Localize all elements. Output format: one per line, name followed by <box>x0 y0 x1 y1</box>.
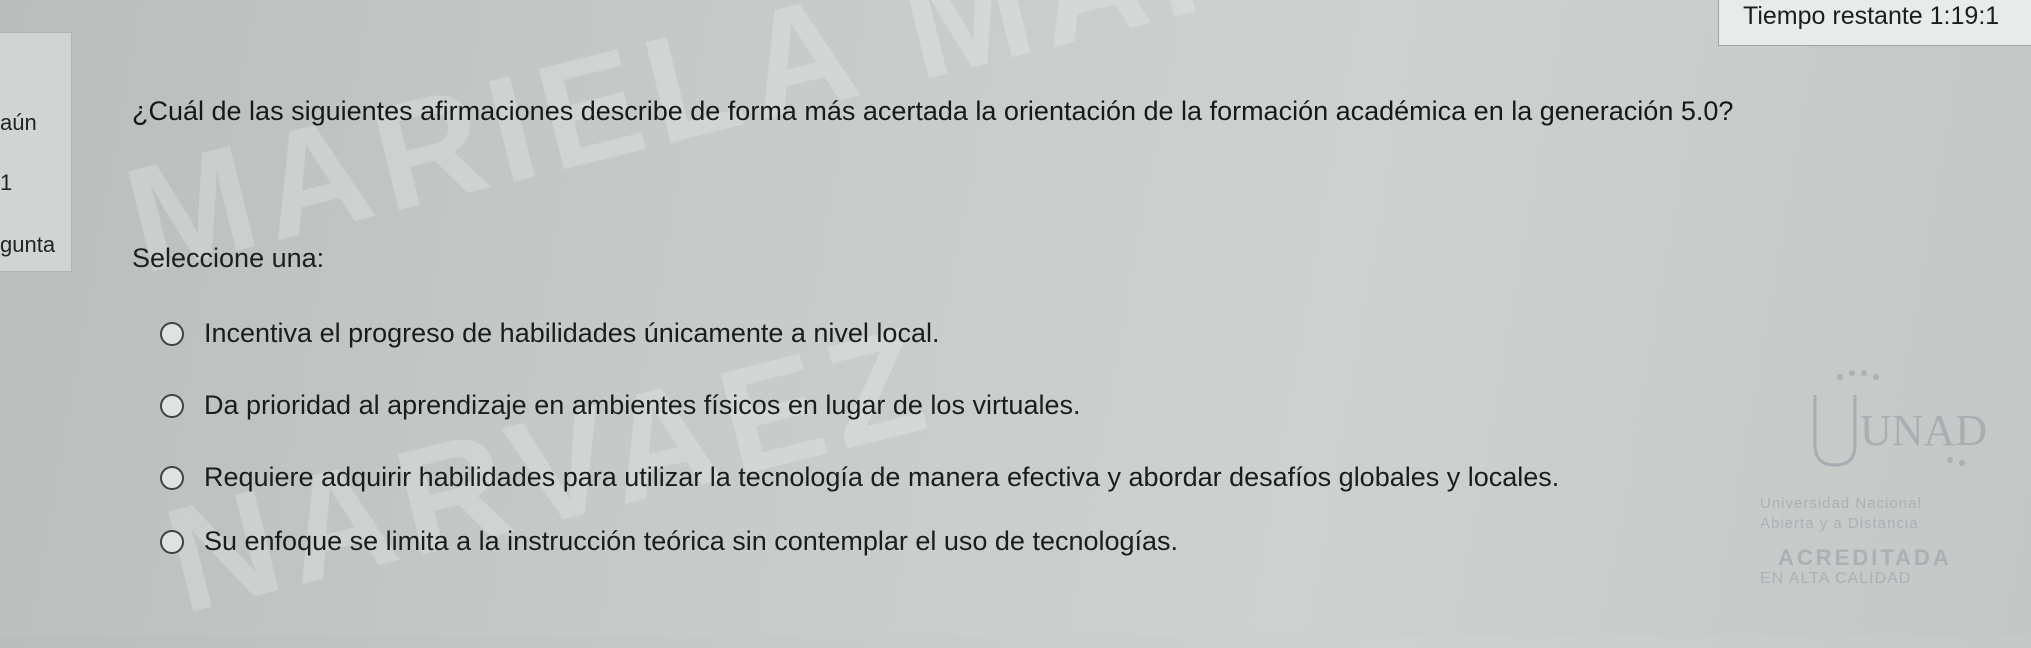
radio-button-icon[interactable] <box>160 393 184 418</box>
radio-button-icon[interactable] <box>160 321 184 346</box>
flag-question-link[interactable]: gunta <box>0 232 55 258</box>
question-status-text: aún <box>0 110 37 135</box>
time-remaining: Tiempo restante 1:19:1 <box>1718 0 2031 46</box>
answer-option-label: Requiere adquirir habilidades para utili… <box>204 462 1560 492</box>
answer-option-1[interactable]: Incentiva el progreso de habilidades úni… <box>160 318 939 349</box>
logo-text-4: EN ALTA CALIDAD <box>1760 570 1912 587</box>
answer-option-label: Da prioridad al aprendizaje en ambientes… <box>204 390 1081 420</box>
answer-option-label: Incentiva el progreso de habilidades úni… <box>204 318 940 348</box>
logo-text-2: Abierta y a Distancia <box>1760 515 1919 532</box>
answer-option-label: Su enfoque se limita a la instrucción te… <box>204 526 1179 556</box>
select-one-prompt: Seleccione una: <box>132 243 325 273</box>
unad-logo-mark: UNAD <box>1813 370 1987 467</box>
answer-option-3[interactable]: Requiere adquirir habilidades para utili… <box>160 462 1559 493</box>
logo-text-3: ACREDITADA <box>1778 545 1952 570</box>
watermark-name: MARIELA MARIA MARQUEZ <box>110 0 2031 308</box>
unad-logo: UNAD Universidad Nacional Abierta y a Di… <box>1720 365 2020 605</box>
question-text: ¿Cuál de las siguientes afirmaciones des… <box>132 96 1734 126</box>
radio-button-icon[interactable] <box>160 529 184 554</box>
answer-option-4[interactable]: Su enfoque se limita a la instrucción te… <box>160 526 1178 557</box>
radio-button-icon[interactable] <box>160 465 184 490</box>
answer-option-2[interactable]: Da prioridad al aprendizaje en ambientes… <box>160 390 1081 421</box>
logo-name: UNAD <box>1860 406 1987 455</box>
question-number: 1 <box>0 170 13 195</box>
logo-text-1: Universidad Nacional <box>1760 495 1922 512</box>
